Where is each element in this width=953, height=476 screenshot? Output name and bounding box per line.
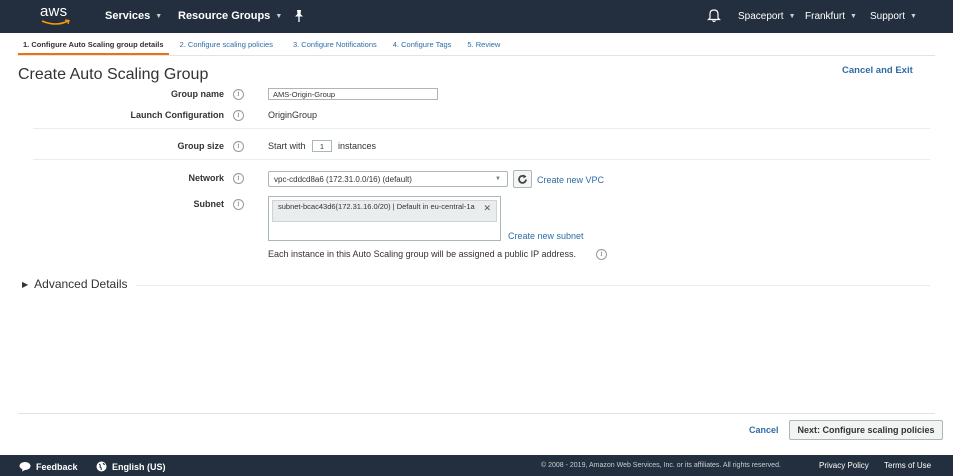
create-new-subnet-link[interactable]: Create new subnet xyxy=(508,231,584,241)
chevron-down-icon: ▼ xyxy=(788,13,796,20)
launch-configuration-value: OriginGroup xyxy=(268,110,318,120)
advanced-divider xyxy=(136,285,930,286)
actions-divider xyxy=(18,413,935,414)
footer-bar: Feedback English (US) © 2008 - 2019, Ama… xyxy=(0,455,953,476)
resource-groups-menu[interactable]: Resource Groups ▼ xyxy=(178,10,282,22)
step-configure-details[interactable]: 1. Configure Auto Scaling group details xyxy=(18,39,169,55)
privacy-policy-link[interactable]: Privacy Policy xyxy=(819,461,869,470)
pin-icon[interactable] xyxy=(292,9,306,23)
create-new-vpc-link[interactable]: Create new VPC xyxy=(537,175,604,185)
speech-bubble-icon xyxy=(19,462,31,472)
terms-of-use-link[interactable]: Terms of Use xyxy=(884,461,931,470)
step-configure-tags[interactable]: 4. Configure Tags xyxy=(388,39,457,55)
info-icon[interactable]: i xyxy=(233,141,244,152)
aws-smile-icon xyxy=(41,19,70,25)
group-name-label: Group name xyxy=(170,89,224,99)
steps-divider xyxy=(18,55,935,56)
public-ip-note: Each instance in this Auto Scaling group… xyxy=(268,249,577,259)
aws-logo-text: aws xyxy=(40,3,68,20)
language-selector[interactable]: English (US) xyxy=(96,461,166,472)
page-title: Create Auto Scaling Group xyxy=(18,66,209,83)
close-icon[interactable]: ✕ xyxy=(483,204,491,213)
copyright-text: © 2008 - 2019, Amazon Web Services, Inc.… xyxy=(541,462,781,469)
next-configure-scaling-policies-button[interactable]: Next: Configure scaling policies xyxy=(789,420,943,440)
region-menu[interactable]: Frankfurt ▼ xyxy=(805,11,857,22)
network-select-value: vpc-cddcd8a6 (172.31.0.0/16) (default) xyxy=(274,175,412,184)
refresh-icon xyxy=(518,174,527,184)
account-menu[interactable]: Spaceport ▼ xyxy=(738,11,796,22)
support-menu[interactable]: Support ▼ xyxy=(870,11,917,22)
chevron-down-icon: ▼ xyxy=(910,13,917,20)
section-divider xyxy=(33,159,930,160)
cancel-and-exit-link[interactable]: Cancel and Exit xyxy=(842,65,913,76)
top-navigation-bar: aws Services ▼ Resource Groups ▼ Spacepo… xyxy=(0,0,953,33)
info-icon[interactable]: i xyxy=(233,199,244,210)
group-size-suffix: instances xyxy=(338,141,377,151)
chevron-down-icon: ▼ xyxy=(495,176,501,182)
refresh-button[interactable] xyxy=(513,170,532,188)
aws-logo[interactable]: aws xyxy=(40,4,76,28)
caret-right-icon: ▶ xyxy=(22,279,29,289)
group-name-input[interactable]: AMS-Origin-Group xyxy=(268,88,438,100)
info-icon[interactable]: i xyxy=(233,110,244,121)
section-divider xyxy=(33,128,930,129)
wizard-steps: 1. Configure Auto Scaling group details … xyxy=(18,39,505,55)
network-select[interactable]: vpc-cddcd8a6 (172.31.0.0/16) (default) ▼ xyxy=(268,171,508,187)
bell-icon[interactable] xyxy=(707,8,721,23)
info-icon[interactable]: i xyxy=(596,249,607,260)
group-size-input[interactable]: 1 xyxy=(312,140,332,152)
info-icon[interactable]: i xyxy=(233,89,244,100)
subnet-multiselect[interactable]: subnet-bcac43d6(172.31.16.0/20) | Defaul… xyxy=(268,196,501,241)
globe-icon xyxy=(96,461,107,472)
cancel-button[interactable]: Cancel xyxy=(749,425,779,435)
step-configure-scaling-policies[interactable]: 2. Configure scaling policies xyxy=(175,39,278,55)
chevron-down-icon: ▼ xyxy=(850,13,857,20)
advanced-details-toggle[interactable]: ▶ Advanced Details xyxy=(22,277,128,291)
chevron-down-icon: ▼ xyxy=(155,12,163,20)
feedback-button[interactable]: Feedback xyxy=(19,461,78,472)
group-size-label: Group size xyxy=(177,141,224,151)
group-size-prefix: Start with xyxy=(268,141,306,151)
subnet-label: Subnet xyxy=(193,199,225,209)
step-configure-notifications[interactable]: 3. Configure Notifications xyxy=(288,39,382,55)
services-menu[interactable]: Services ▼ xyxy=(105,10,162,22)
subnet-tag: subnet-bcac43d6(172.31.16.0/20) | Defaul… xyxy=(272,200,497,222)
step-review[interactable]: 5. Review xyxy=(462,39,505,55)
info-icon[interactable]: i xyxy=(233,173,244,184)
launch-configuration-label: Launch Configuration xyxy=(130,110,225,120)
subnet-tag-label: subnet-bcac43d6(172.31.16.0/20) | Defaul… xyxy=(278,202,475,211)
chevron-down-icon: ▼ xyxy=(275,12,283,20)
network-label: Network xyxy=(188,173,224,183)
